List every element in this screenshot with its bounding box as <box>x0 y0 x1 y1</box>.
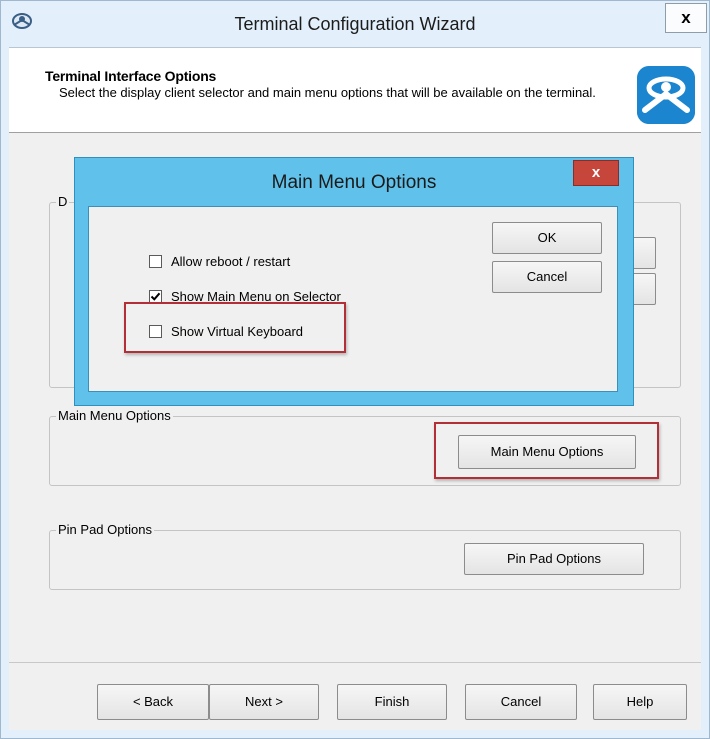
page-title: Terminal Interface Options <box>45 68 217 84</box>
back-button[interactable]: < Back <box>97 684 209 720</box>
main-menu-options-highlight <box>434 422 659 479</box>
main-menu-options-group-label: Main Menu Options <box>56 408 173 423</box>
allow-reboot-checkbox[interactable] <box>149 255 162 268</box>
finish-button[interactable]: Finish <box>337 684 447 720</box>
pin-pad-options-group: Pin Pad Options Pin Pad Options <box>49 522 681 590</box>
dialog-ok-button[interactable]: OK <box>492 222 602 254</box>
title-bar[interactable]: Terminal Configuration Wizard x <box>1 1 709 47</box>
pin-pad-options-group-label: Pin Pad Options <box>56 522 154 537</box>
thinmanager-logo-icon <box>637 66 695 124</box>
allow-reboot-label: Allow reboot / restart <box>171 254 291 269</box>
cancel-button[interactable]: Cancel <box>465 684 577 720</box>
dialog-title: Main Menu Options <box>271 172 437 193</box>
virtual-keyboard-highlight <box>124 302 346 353</box>
page-description: Select the display client selector and m… <box>59 85 596 100</box>
main-menu-options-dialog: Main Menu Options x Allow reboot / resta… <box>74 157 634 406</box>
display-group-label: D <box>56 194 70 209</box>
help-button[interactable]: Help <box>593 684 687 720</box>
wizard-header: Terminal Interface Options Select the di… <box>9 48 701 133</box>
display-button-1[interactable] <box>632 237 656 269</box>
window-title: Terminal Configuration Wizard <box>234 14 476 34</box>
display-button-2[interactable] <box>632 273 656 305</box>
dialog-client-area: Allow reboot / restart Show Main Menu on… <box>88 206 618 392</box>
dialog-cancel-button[interactable]: Cancel <box>492 261 602 293</box>
close-button[interactable]: x <box>665 3 707 33</box>
footer-divider <box>9 662 701 663</box>
next-button[interactable]: Next > <box>209 684 319 720</box>
pin-pad-options-button[interactable]: Pin Pad Options <box>464 543 644 575</box>
dialog-close-button[interactable]: x <box>573 160 619 186</box>
checkmark-icon <box>150 292 161 301</box>
